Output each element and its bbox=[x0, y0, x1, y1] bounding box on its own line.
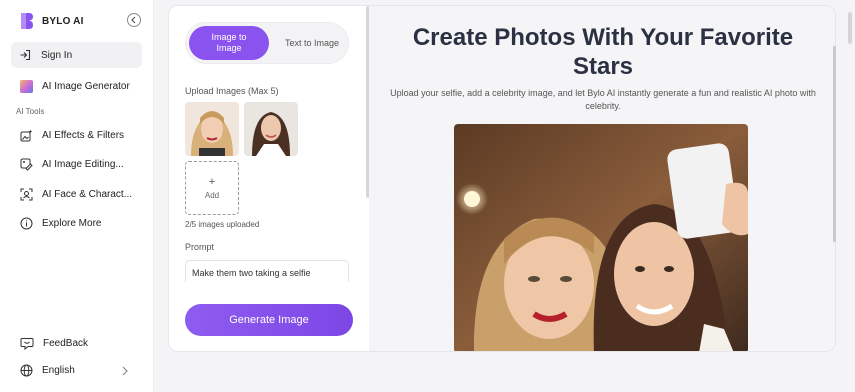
tool-panel: Image to Image Text to Image Upload Imag… bbox=[169, 6, 369, 351]
feedback-label: FeedBack bbox=[43, 338, 89, 349]
sidebar-item-label: AI Image Editing... bbox=[42, 159, 124, 170]
feedback-button[interactable]: FeedBack bbox=[20, 337, 88, 350]
prompt-label: Prompt bbox=[185, 242, 215, 252]
sidebar-item-ai-face-character[interactable]: AI Face & Charact... bbox=[20, 188, 132, 201]
face-scan-icon bbox=[20, 188, 33, 201]
hero-example-photo bbox=[454, 124, 748, 351]
sidebar-item-ai-image-editing[interactable]: AI Image Editing... bbox=[20, 158, 124, 171]
sign-in-button[interactable]: Sign In bbox=[11, 42, 142, 68]
upload-status: 2/5 images uploaded bbox=[185, 220, 260, 229]
sidebar-item-label: AI Face & Charact... bbox=[42, 189, 133, 200]
add-image-button[interactable]: + Add bbox=[185, 161, 239, 215]
mode-tabs: Image to Image Text to Image bbox=[185, 22, 349, 64]
sidebar: BYLO AI Sign In AI Image Generator AI To… bbox=[0, 0, 154, 392]
globe-icon bbox=[20, 364, 33, 377]
chevron-right-icon[interactable] bbox=[121, 366, 129, 376]
upload-label: Upload Images (Max 5) bbox=[185, 86, 279, 96]
sparkle-image-icon bbox=[20, 129, 33, 142]
brand[interactable]: BYLO AI bbox=[18, 12, 84, 30]
info-circle-icon bbox=[20, 217, 33, 230]
sidebar-item-explore-more[interactable]: Explore More bbox=[20, 217, 101, 230]
sidebar-item-ai-effects-filters[interactable]: AI Effects & Filters bbox=[20, 129, 124, 142]
prompt-input[interactable]: Make them two taking a selfie bbox=[185, 260, 349, 282]
page-scrollbar[interactable] bbox=[848, 12, 852, 44]
image-edit-icon bbox=[20, 158, 33, 171]
sidebar-item-label: AI Effects & Filters bbox=[42, 130, 125, 141]
sidebar-item-label: AI Image Generator bbox=[42, 81, 130, 92]
language-selector[interactable]: English bbox=[20, 364, 75, 377]
sign-in-label: Sign In bbox=[41, 49, 73, 61]
sign-in-icon bbox=[20, 49, 31, 61]
uploaded-image-2[interactable] bbox=[244, 102, 298, 156]
uploaded-photo-2 bbox=[244, 102, 298, 156]
hero-subtitle: Upload your selfie, add a celebrity imag… bbox=[390, 88, 816, 111]
image-generator-icon bbox=[20, 80, 33, 93]
uploaded-photo-1 bbox=[185, 102, 239, 156]
collapse-sidebar-button[interactable] bbox=[127, 13, 141, 27]
generate-image-button[interactable]: Generate Image bbox=[185, 304, 353, 336]
generator-card: Image to Image Text to Image Upload Imag… bbox=[168, 5, 836, 352]
tab-text-to-image[interactable]: Text to Image bbox=[276, 26, 348, 60]
plus-icon: + bbox=[208, 175, 216, 188]
brand-name: BYLO AI bbox=[42, 15, 84, 27]
bylo-logo-icon bbox=[21, 13, 33, 29]
chevron-left-icon bbox=[131, 16, 136, 24]
add-label: Add bbox=[204, 190, 220, 200]
selfie-illustration bbox=[454, 124, 748, 351]
uploaded-image-1[interactable] bbox=[185, 102, 239, 156]
sidebar-item-ai-image-generator[interactable]: AI Image Generator bbox=[20, 80, 130, 93]
sidebar-item-label: Explore More bbox=[42, 218, 102, 229]
sidebar-section-ai-tools: AI Tools bbox=[16, 107, 45, 116]
tab-image-to-image[interactable]: Image to Image bbox=[189, 26, 269, 60]
language-label: English bbox=[42, 365, 75, 376]
hero-panel: Create Photos With Your Favorite Stars U… bbox=[369, 6, 835, 351]
hero-panel-scrollbar[interactable] bbox=[833, 46, 836, 242]
feedback-icon bbox=[20, 338, 34, 350]
hero-title: Create Photos With Your Favorite Stars bbox=[412, 24, 794, 80]
